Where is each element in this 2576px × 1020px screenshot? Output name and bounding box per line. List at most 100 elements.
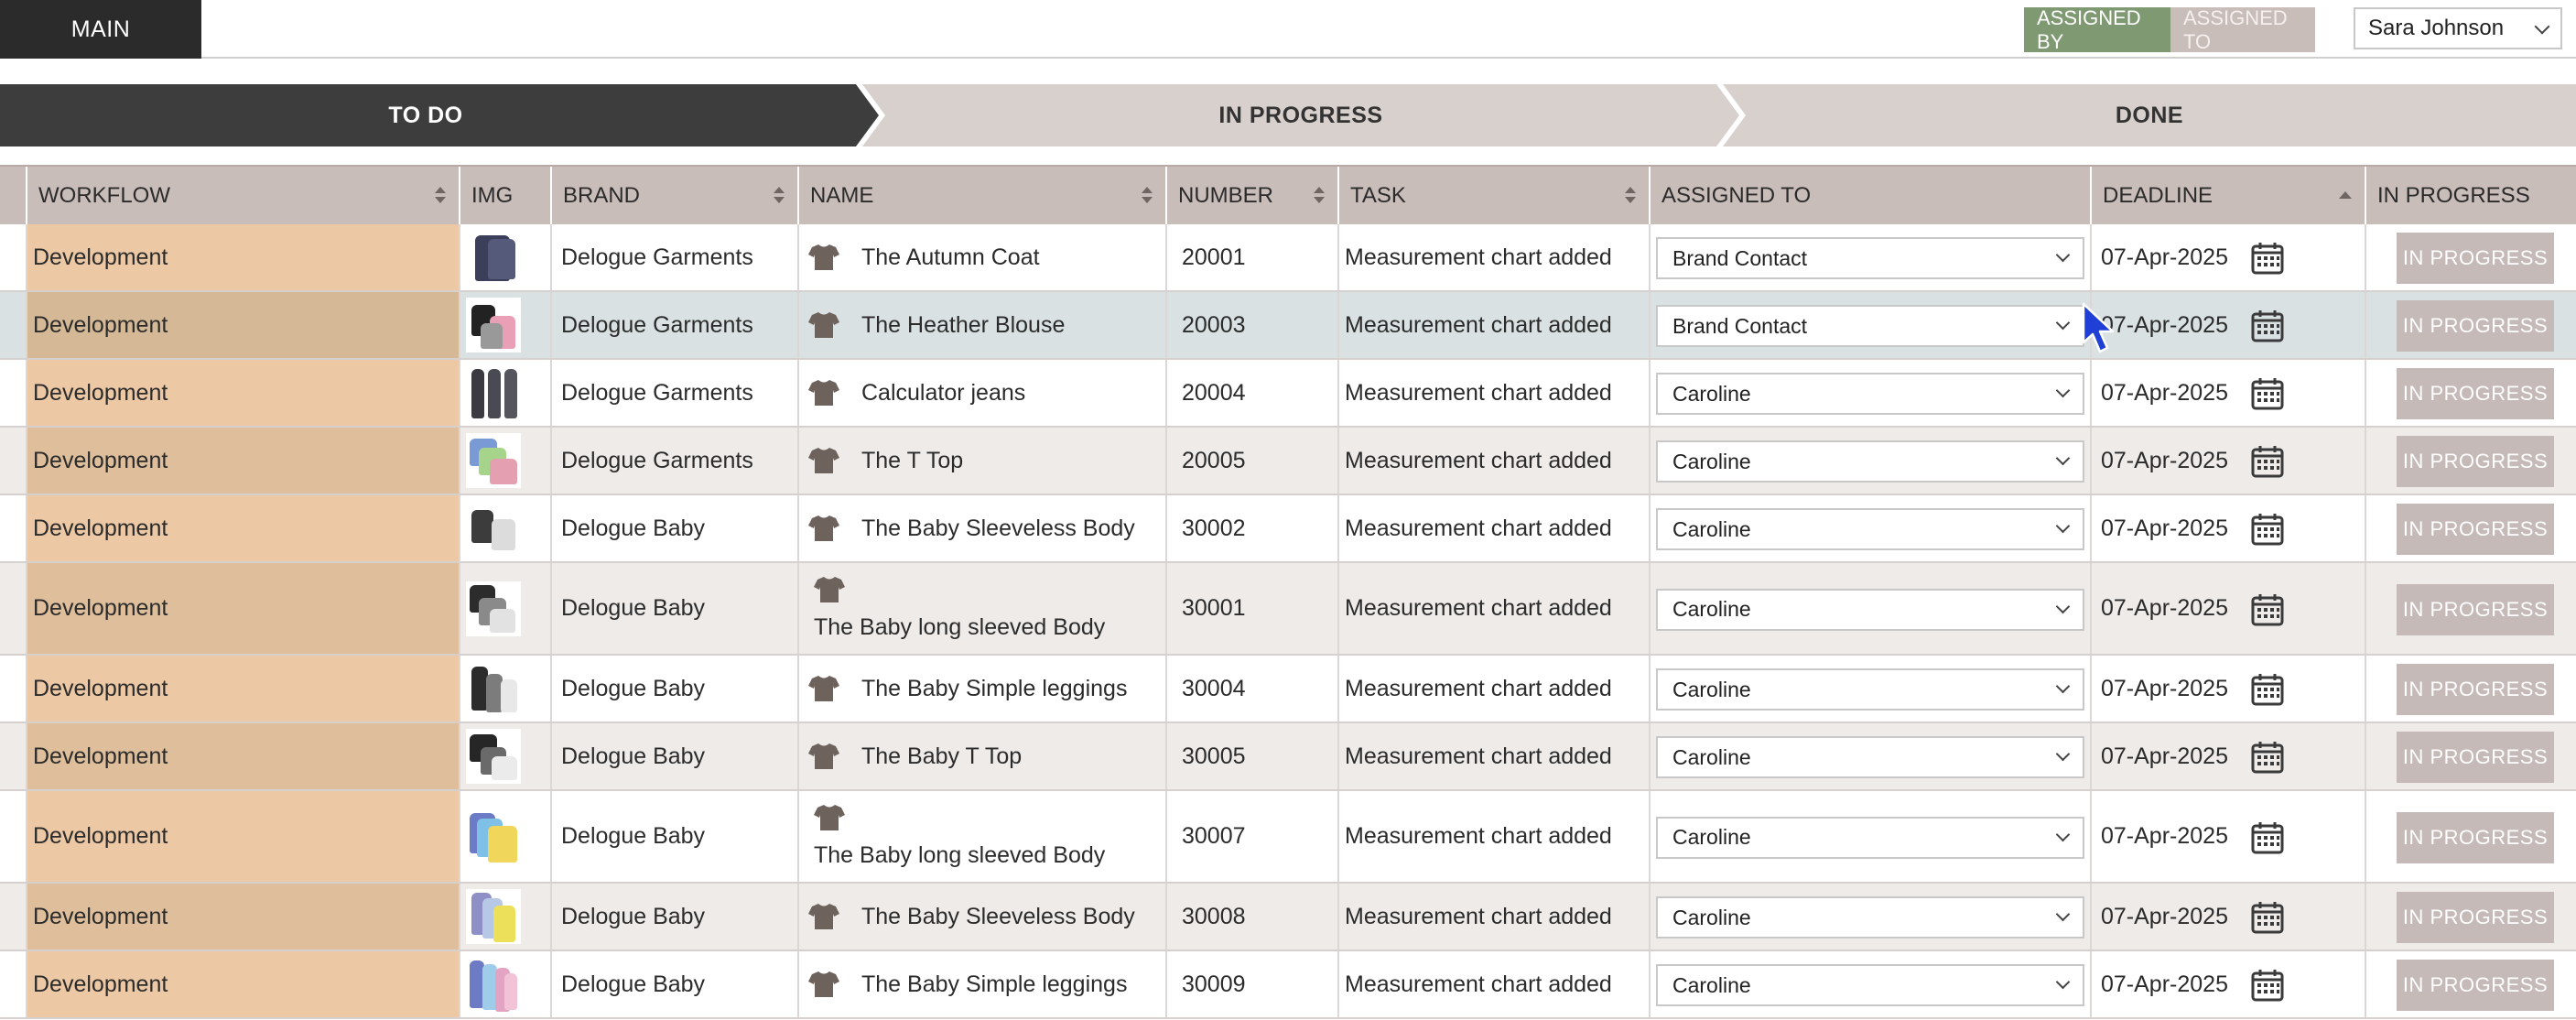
assignee-select[interactable]: Caroline bbox=[1656, 588, 2084, 631]
deadline-cell[interactable]: 07-Apr-2025 bbox=[2092, 292, 2366, 358]
name-cell[interactable]: The Baby Sleeveless Body bbox=[799, 495, 1167, 561]
deadline-cell[interactable]: 07-Apr-2025 bbox=[2092, 428, 2366, 494]
calendar-icon[interactable] bbox=[2250, 444, 2285, 479]
image-cell[interactable] bbox=[460, 292, 552, 358]
calendar-icon[interactable] bbox=[2250, 309, 2285, 343]
deadline-cell[interactable]: 07-Apr-2025 bbox=[2092, 656, 2366, 722]
in-progress-button[interactable]: IN PROGRESS bbox=[2397, 892, 2554, 943]
column-header-brand[interactable]: BRAND bbox=[552, 167, 799, 224]
product-name-link[interactable]: Calculator jeans bbox=[808, 379, 1025, 407]
calendar-icon[interactable] bbox=[2250, 740, 2285, 775]
name-cell[interactable]: Calculator jeans bbox=[799, 360, 1167, 426]
column-header-task[interactable]: TASK bbox=[1339, 167, 1651, 224]
name-cell[interactable]: The Autumn Coat bbox=[799, 224, 1167, 290]
sort-icon[interactable] bbox=[435, 187, 446, 205]
deadline-cell[interactable]: 07-Apr-2025 bbox=[2092, 495, 2366, 561]
column-header-deadline[interactable]: DEADLINE bbox=[2092, 167, 2366, 224]
sort-ascending-icon[interactable] bbox=[2339, 191, 2352, 199]
product-thumbnail[interactable] bbox=[466, 365, 521, 420]
deadline-cell[interactable]: 07-Apr-2025 bbox=[2092, 563, 2366, 654]
product-thumbnail[interactable] bbox=[466, 230, 521, 285]
product-name-link[interactable]: The T Top bbox=[808, 447, 963, 474]
sort-icon[interactable] bbox=[1314, 187, 1325, 205]
calendar-icon[interactable] bbox=[2250, 592, 2285, 627]
product-name-link[interactable]: The Baby Simple leggings bbox=[808, 971, 1127, 998]
name-cell[interactable]: The Baby Simple leggings bbox=[799, 951, 1167, 1017]
in-progress-button[interactable]: IN PROGRESS bbox=[2397, 664, 2554, 715]
calendar-icon[interactable] bbox=[2250, 900, 2285, 935]
sort-icon[interactable] bbox=[1142, 187, 1153, 205]
product-name-link[interactable]: The Baby T Top bbox=[808, 743, 1022, 770]
name-cell[interactable]: The Baby long sleeved Body bbox=[799, 563, 1167, 654]
image-cell[interactable] bbox=[460, 495, 552, 561]
product-thumbnail[interactable] bbox=[466, 433, 521, 488]
main-tab[interactable]: MAIN bbox=[0, 0, 201, 59]
stage-tab-done[interactable]: DONE bbox=[1723, 84, 2576, 146]
image-cell[interactable] bbox=[460, 951, 552, 1017]
name-cell[interactable]: The Baby long sleeved Body bbox=[799, 791, 1167, 882]
user-select[interactable]: Sara Johnson bbox=[2354, 7, 2562, 49]
assigned-by-toggle[interactable]: ASSIGNED BY bbox=[2024, 6, 2170, 53]
image-cell[interactable] bbox=[460, 723, 552, 789]
in-progress-button[interactable]: IN PROGRESS bbox=[2397, 583, 2554, 635]
assignee-select[interactable]: Caroline bbox=[1656, 896, 2084, 939]
assignee-select[interactable]: Brand Contact bbox=[1656, 305, 2084, 347]
product-thumbnail[interactable] bbox=[466, 501, 521, 556]
calendar-icon[interactable] bbox=[2250, 241, 2285, 276]
name-cell[interactable]: The Heather Blouse bbox=[799, 292, 1167, 358]
assignee-select[interactable]: Caroline bbox=[1656, 816, 2084, 859]
assigned-to-toggle[interactable]: ASSIGNED TO bbox=[2170, 6, 2315, 53]
deadline-cell[interactable]: 07-Apr-2025 bbox=[2092, 951, 2366, 1017]
product-thumbnail[interactable] bbox=[466, 729, 521, 784]
product-name-link[interactable]: The Baby long sleeved Body bbox=[808, 576, 1105, 641]
deadline-cell[interactable]: 07-Apr-2025 bbox=[2092, 360, 2366, 426]
in-progress-button[interactable]: IN PROGRESS bbox=[2397, 368, 2554, 419]
product-thumbnail[interactable] bbox=[466, 889, 521, 944]
table-row[interactable]: Development Delogue Baby The Baby Sleevele… bbox=[0, 884, 2576, 951]
table-row[interactable]: Development Delogue Baby The Baby T Top 300… bbox=[0, 723, 2576, 791]
product-thumbnail[interactable] bbox=[466, 661, 521, 716]
assignee-select[interactable]: Caroline bbox=[1656, 736, 2084, 778]
deadline-cell[interactable]: 07-Apr-2025 bbox=[2092, 723, 2366, 789]
in-progress-button[interactable]: IN PROGRESS bbox=[2397, 504, 2554, 555]
product-thumbnail[interactable] bbox=[466, 957, 521, 1012]
assignee-select[interactable]: Caroline bbox=[1656, 508, 2084, 550]
table-row[interactable]: Development Delogue Garments Calculator je… bbox=[0, 360, 2576, 428]
product-name-link[interactable]: The Heather Blouse bbox=[808, 311, 1065, 339]
product-thumbnail[interactable] bbox=[466, 298, 521, 353]
deadline-cell[interactable]: 07-Apr-2025 bbox=[2092, 224, 2366, 290]
calendar-icon[interactable] bbox=[2250, 512, 2285, 547]
table-row[interactable]: Development Delogue Garments The T Top 2000… bbox=[0, 428, 2576, 495]
stage-tab-todo[interactable]: TO DO bbox=[0, 84, 879, 146]
table-row[interactable]: Development Delogue Baby The Baby Simple l… bbox=[0, 951, 2576, 1019]
in-progress-button[interactable]: IN PROGRESS bbox=[2397, 811, 2554, 863]
calendar-icon[interactable] bbox=[2250, 968, 2285, 1003]
product-name-link[interactable]: The Baby Simple leggings bbox=[808, 675, 1127, 702]
assignee-select[interactable]: Brand Contact bbox=[1656, 237, 2084, 279]
assignee-select[interactable]: Caroline bbox=[1656, 668, 2084, 711]
image-cell[interactable] bbox=[460, 360, 552, 426]
calendar-icon[interactable] bbox=[2250, 820, 2285, 855]
assignee-select[interactable]: Caroline bbox=[1656, 440, 2084, 483]
image-cell[interactable] bbox=[460, 428, 552, 494]
image-cell[interactable] bbox=[460, 884, 552, 949]
deadline-cell[interactable]: 07-Apr-2025 bbox=[2092, 884, 2366, 949]
name-cell[interactable]: The Baby Simple leggings bbox=[799, 656, 1167, 722]
calendar-icon[interactable] bbox=[2250, 672, 2285, 707]
image-cell[interactable] bbox=[460, 656, 552, 722]
image-cell[interactable] bbox=[460, 224, 552, 290]
assignee-select[interactable]: Caroline bbox=[1656, 373, 2084, 415]
assignee-select[interactable]: Caroline bbox=[1656, 964, 2084, 1006]
product-name-link[interactable]: The Baby Sleeveless Body bbox=[808, 903, 1135, 930]
column-header-number[interactable]: NUMBER bbox=[1167, 167, 1339, 224]
image-cell[interactable] bbox=[460, 791, 552, 882]
in-progress-button[interactable]: IN PROGRESS bbox=[2397, 732, 2554, 783]
table-row[interactable]: Development Delogue Garments The Heather B… bbox=[0, 292, 2576, 360]
table-row[interactable]: Development Delogue Baby The Baby Sleevele… bbox=[0, 495, 2576, 563]
name-cell[interactable]: The Baby Sleeveless Body bbox=[799, 884, 1167, 949]
table-row[interactable]: Development Delogue Baby The Baby long sle… bbox=[0, 563, 2576, 656]
product-name-link[interactable]: The Baby Sleeveless Body bbox=[808, 515, 1135, 542]
in-progress-button[interactable]: IN PROGRESS bbox=[2397, 300, 2554, 352]
product-thumbnail[interactable] bbox=[466, 808, 521, 864]
in-progress-button[interactable]: IN PROGRESS bbox=[2397, 233, 2554, 284]
